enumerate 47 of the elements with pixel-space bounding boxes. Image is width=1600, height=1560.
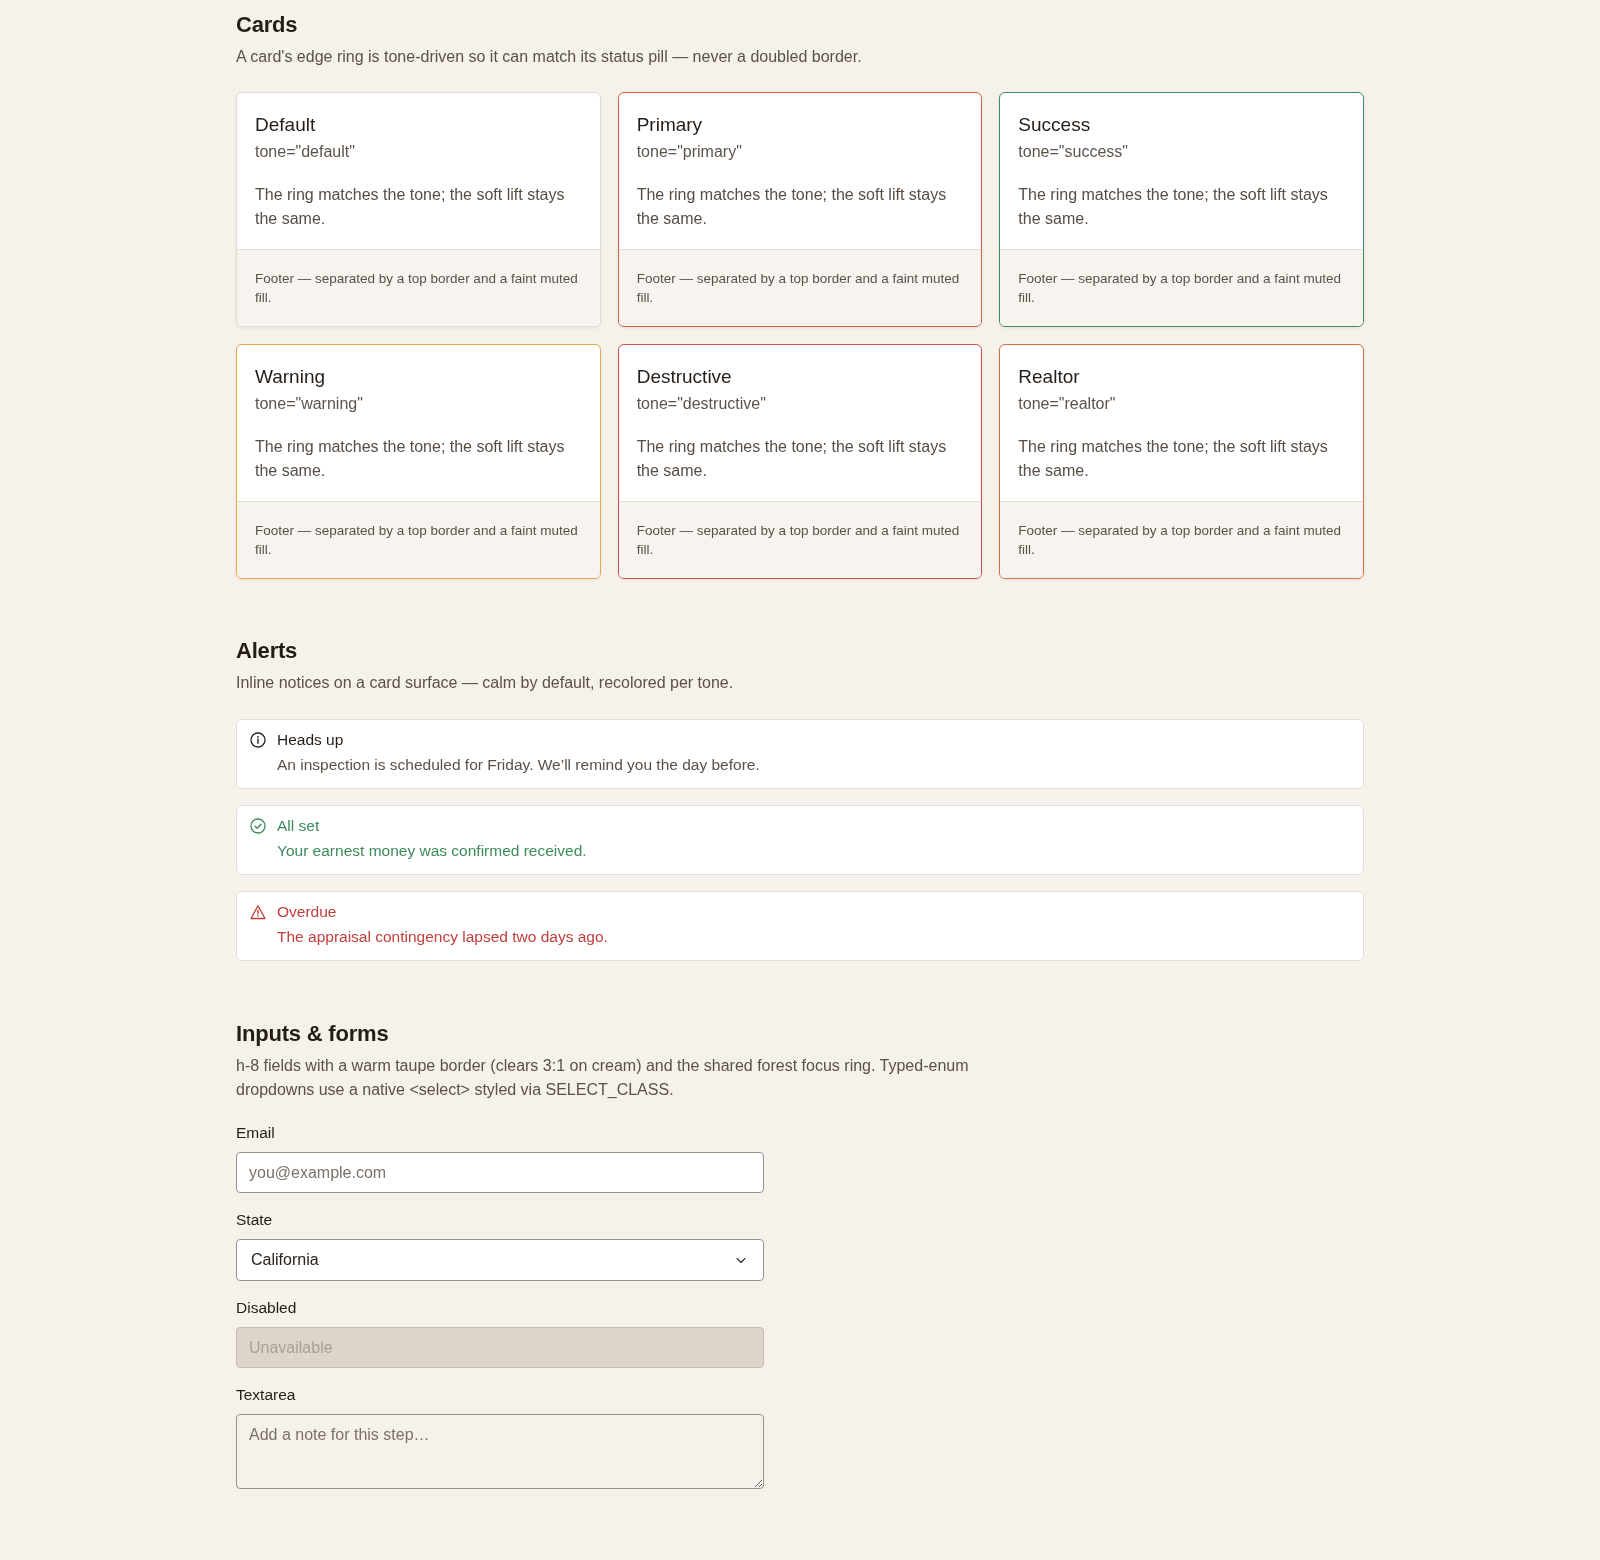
alert-title: Overdue <box>277 902 338 922</box>
tone-code: tone="destructive" <box>636 394 767 414</box>
card-description: The ring matches the tone; the soft lift stays the same. <box>636 185 948 229</box>
card-title: Primary <box>636 113 704 137</box>
section-description: h-8 fields with a warm taupe border (clears 3:1 on cream) and the shared forest focus ring. Typed-enum dropdowns use a native <select> styled via SELECT_CLASS. <box>236 1056 970 1100</box>
card-title: Realtor <box>1018 365 1081 389</box>
section-description: Inline notices on a card surface — calm by default, recolored per tone. <box>236 673 735 693</box>
card-title: Default <box>255 113 317 137</box>
info-icon <box>250 732 266 748</box>
tone-code: tone="primary" <box>636 142 743 162</box>
alert-title: Heads up <box>277 730 345 750</box>
card-title: Success <box>1018 113 1092 137</box>
select-field[interactable]: California <box>236 1239 764 1281</box>
alert-message: An inspection is scheduled for Friday. We’ll remind you the day before. <box>277 755 760 775</box>
textarea-field[interactable]: Add a note for this step… <box>236 1414 764 1489</box>
field-label: Textarea <box>236 1385 297 1405</box>
card-footer: Footer — separated by a top border and a faint muted fill. <box>618 501 982 578</box>
tone-code: tone="default" <box>255 142 356 162</box>
chevron-down-icon <box>735 1256 747 1264</box>
warning-icon <box>250 904 266 920</box>
alert-title: All set <box>277 816 321 836</box>
card-footer: Footer — separated by a top border and a faint muted fill. <box>237 501 600 578</box>
alert-message: The appraisal contingency lapsed two days ago. <box>277 927 608 947</box>
card-footer: Footer — separated by a top border and a faint muted fill. <box>618 249 982 326</box>
card-description: The ring matches the tone; the soft lift stays the same. <box>636 437 948 481</box>
card-description: The ring matches the tone; the soft lift stays the same. <box>255 437 566 481</box>
section-title: Inputs & forms <box>236 1020 390 1048</box>
section-title: Cards <box>236 11 299 39</box>
tone-code: tone="warning" <box>255 394 364 414</box>
card-description: The ring matches the tone; the soft lift stays the same. <box>1018 437 1329 481</box>
card-title: Warning <box>255 365 327 389</box>
field-label: Disabled <box>236 1298 298 1318</box>
card-footer: Footer — separated by a top border and a faint muted fill. <box>237 249 600 326</box>
card-title: Destructive <box>636 365 733 389</box>
tone-code: tone="success" <box>1018 142 1129 162</box>
card-description: The ring matches the tone; the soft lift stays the same. <box>255 185 566 229</box>
input-field[interactable]: you@example.com <box>236 1152 764 1193</box>
section-title: Alerts <box>236 637 299 665</box>
card-description: The ring matches the tone; the soft lift stays the same. <box>1018 185 1329 229</box>
section-description: A card's edge ring is tone-driven so it can match its status pill — never a doubled border. <box>236 47 863 67</box>
tone-code: tone="realtor" <box>1018 394 1117 414</box>
field-label: State <box>236 1210 274 1230</box>
alert-message: Your earnest money was confirmed received. <box>277 841 587 861</box>
check-circle-icon <box>250 818 266 834</box>
card-footer: Footer — separated by a top border and a faint muted fill. <box>1000 249 1363 326</box>
card-footer: Footer — separated by a top border and a faint muted fill. <box>1000 501 1363 578</box>
field-label: Email <box>236 1123 276 1143</box>
